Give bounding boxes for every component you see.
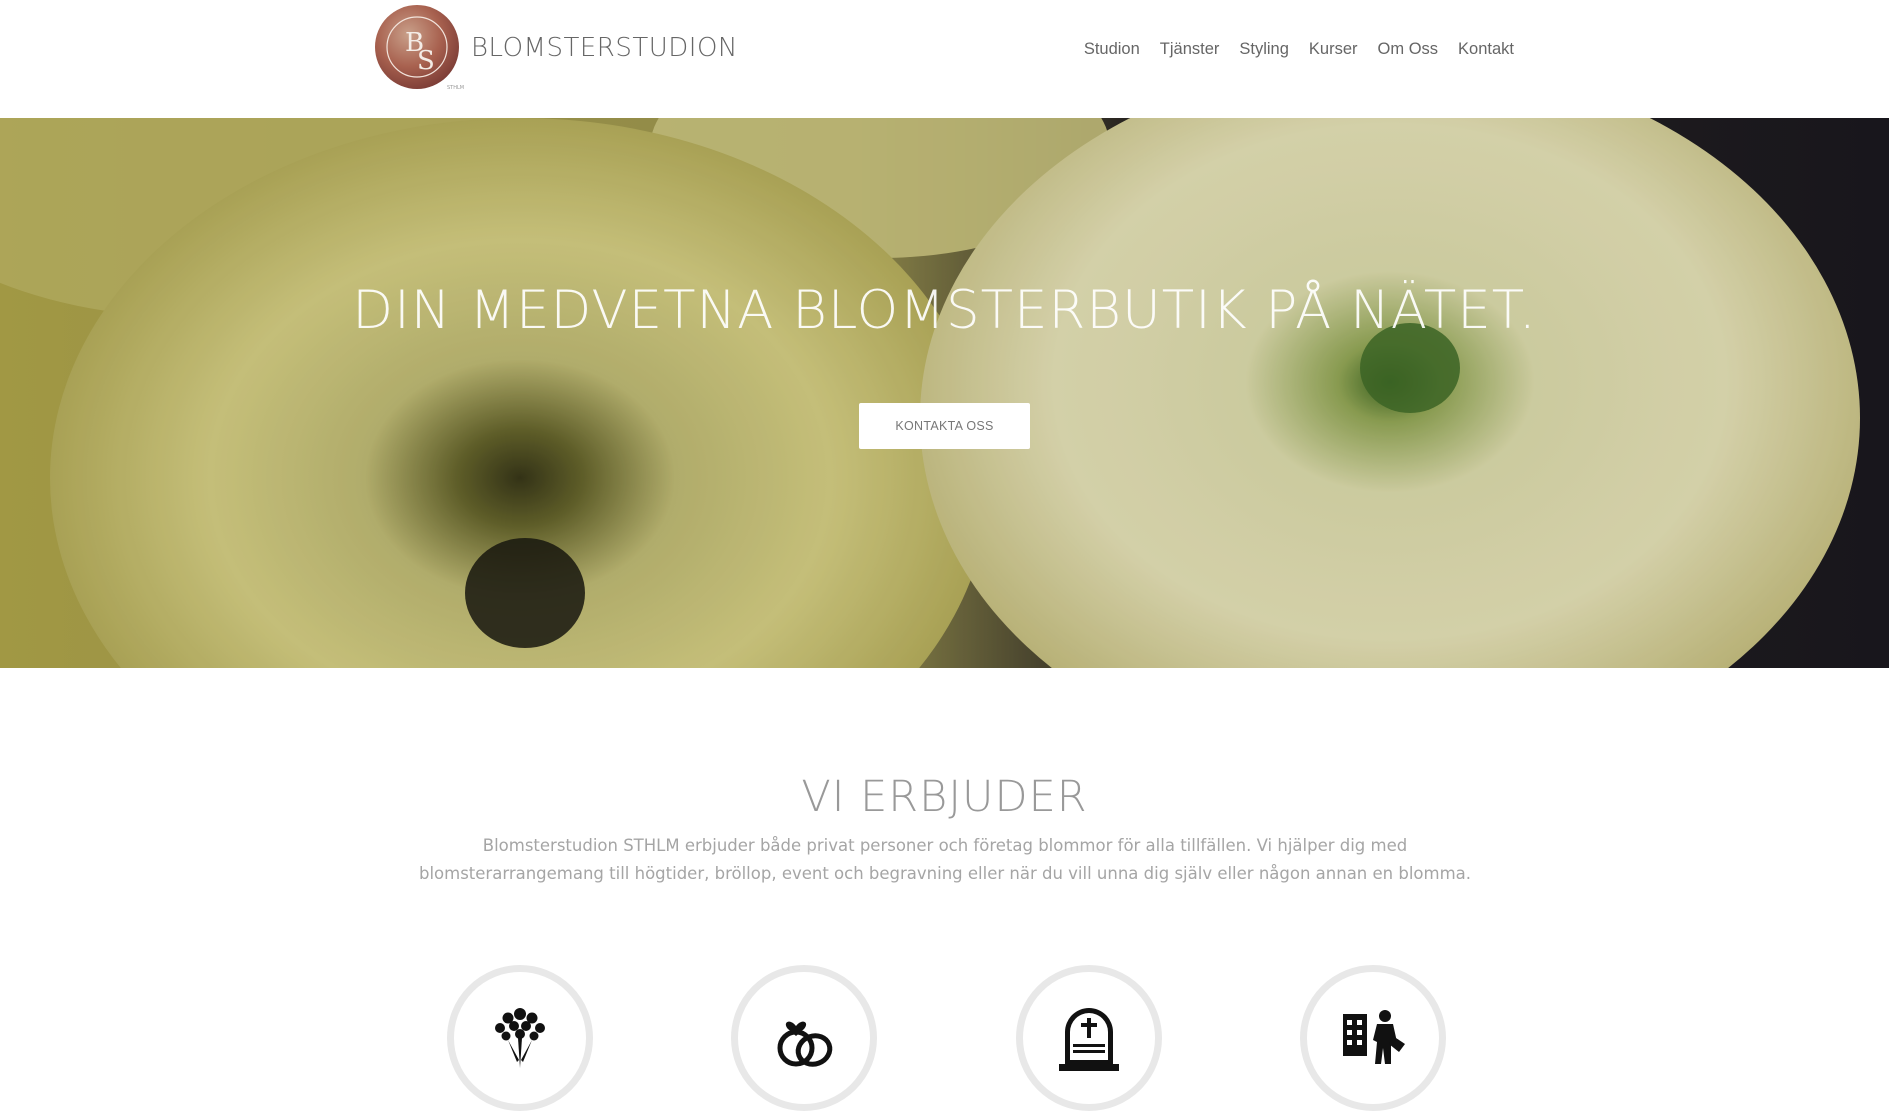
section-description: Blomsterstudion STHLM erbjuder både priv… (418, 836, 1472, 883)
nav-item-kontakt[interactable]: Kontakt (1458, 40, 1514, 59)
nav-item-styling[interactable]: Styling (1239, 40, 1289, 59)
hero-title: DIN MEDVETNA BLOMSTERBUTIK PÅ NÄTET. (352, 280, 1537, 341)
svg-text:STHLM: STHLM (447, 85, 464, 91)
services-row (0, 965, 1889, 1111)
nav-item-studion[interactable]: Studion (1084, 40, 1140, 59)
business-icon (1343, 1010, 1405, 1064)
wedding-rings-icon (777, 1021, 833, 1067)
section-title: VI ERBJUDER (801, 772, 1088, 822)
contact-us-button[interactable]: KONTAKTA OSS (859, 403, 1030, 449)
logo[interactable]: B S STHLM (373, 3, 468, 93)
site-header: B S STHLM BLOMSTERSTUDION Studion Tjänst… (0, 0, 1889, 118)
service-wedding[interactable] (731, 965, 877, 1111)
service-business[interactable] (1300, 965, 1446, 1111)
nav-item-kurser[interactable]: Kurser (1309, 40, 1358, 59)
nav-item-tjanster[interactable]: Tjänster (1160, 40, 1220, 59)
service-bouquet[interactable] (447, 965, 593, 1111)
hero-banner: DIN MEDVETNA BLOMSTERBUTIK PÅ NÄTET. KON… (0, 118, 1889, 668)
service-funeral[interactable] (1016, 965, 1162, 1111)
hero-flower-image (0, 118, 1889, 668)
main-nav: Studion Tjänster Styling Kurser Om Oss K… (1084, 40, 1514, 59)
gravestone-icon (1059, 1008, 1119, 1071)
svg-text:S: S (417, 46, 435, 76)
brand-name[interactable]: BLOMSTERSTUDION (471, 33, 738, 63)
nav-item-om-oss[interactable]: Om Oss (1378, 40, 1439, 59)
bouquet-icon (495, 1008, 545, 1068)
